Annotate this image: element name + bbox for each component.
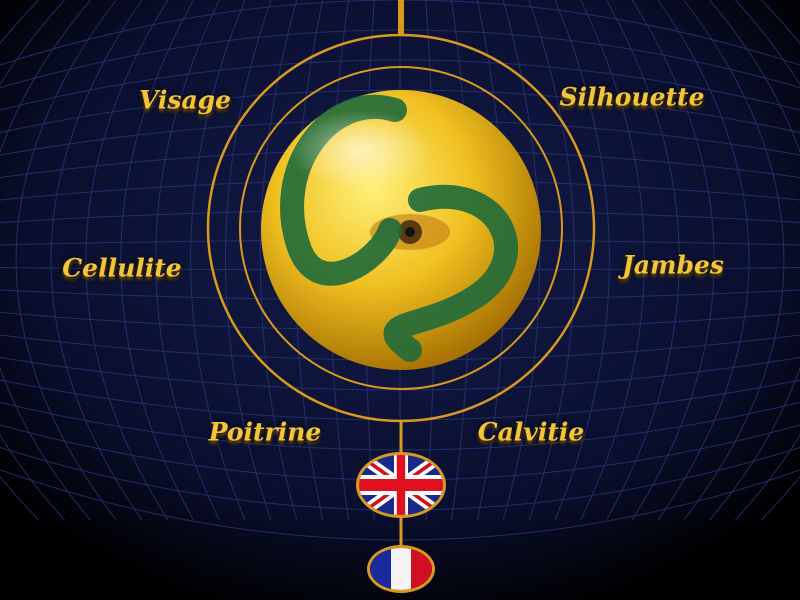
france-flag-icon[interactable] (367, 545, 435, 593)
menu-item-poitrine[interactable]: Poitrine (209, 418, 322, 447)
menu-item-cellulite[interactable]: Cellulite (62, 254, 181, 283)
menu-item-calvitie[interactable]: Calvitie (478, 418, 585, 447)
menu-item-visage[interactable]: Visage (139, 86, 231, 115)
menu-item-jambes[interactable]: Jambes (622, 251, 724, 280)
eye-logo-icon[interactable] (261, 90, 541, 370)
menu-item-silhouette[interactable]: Silhouette (560, 83, 705, 112)
uk-flag-icon[interactable] (356, 452, 446, 518)
